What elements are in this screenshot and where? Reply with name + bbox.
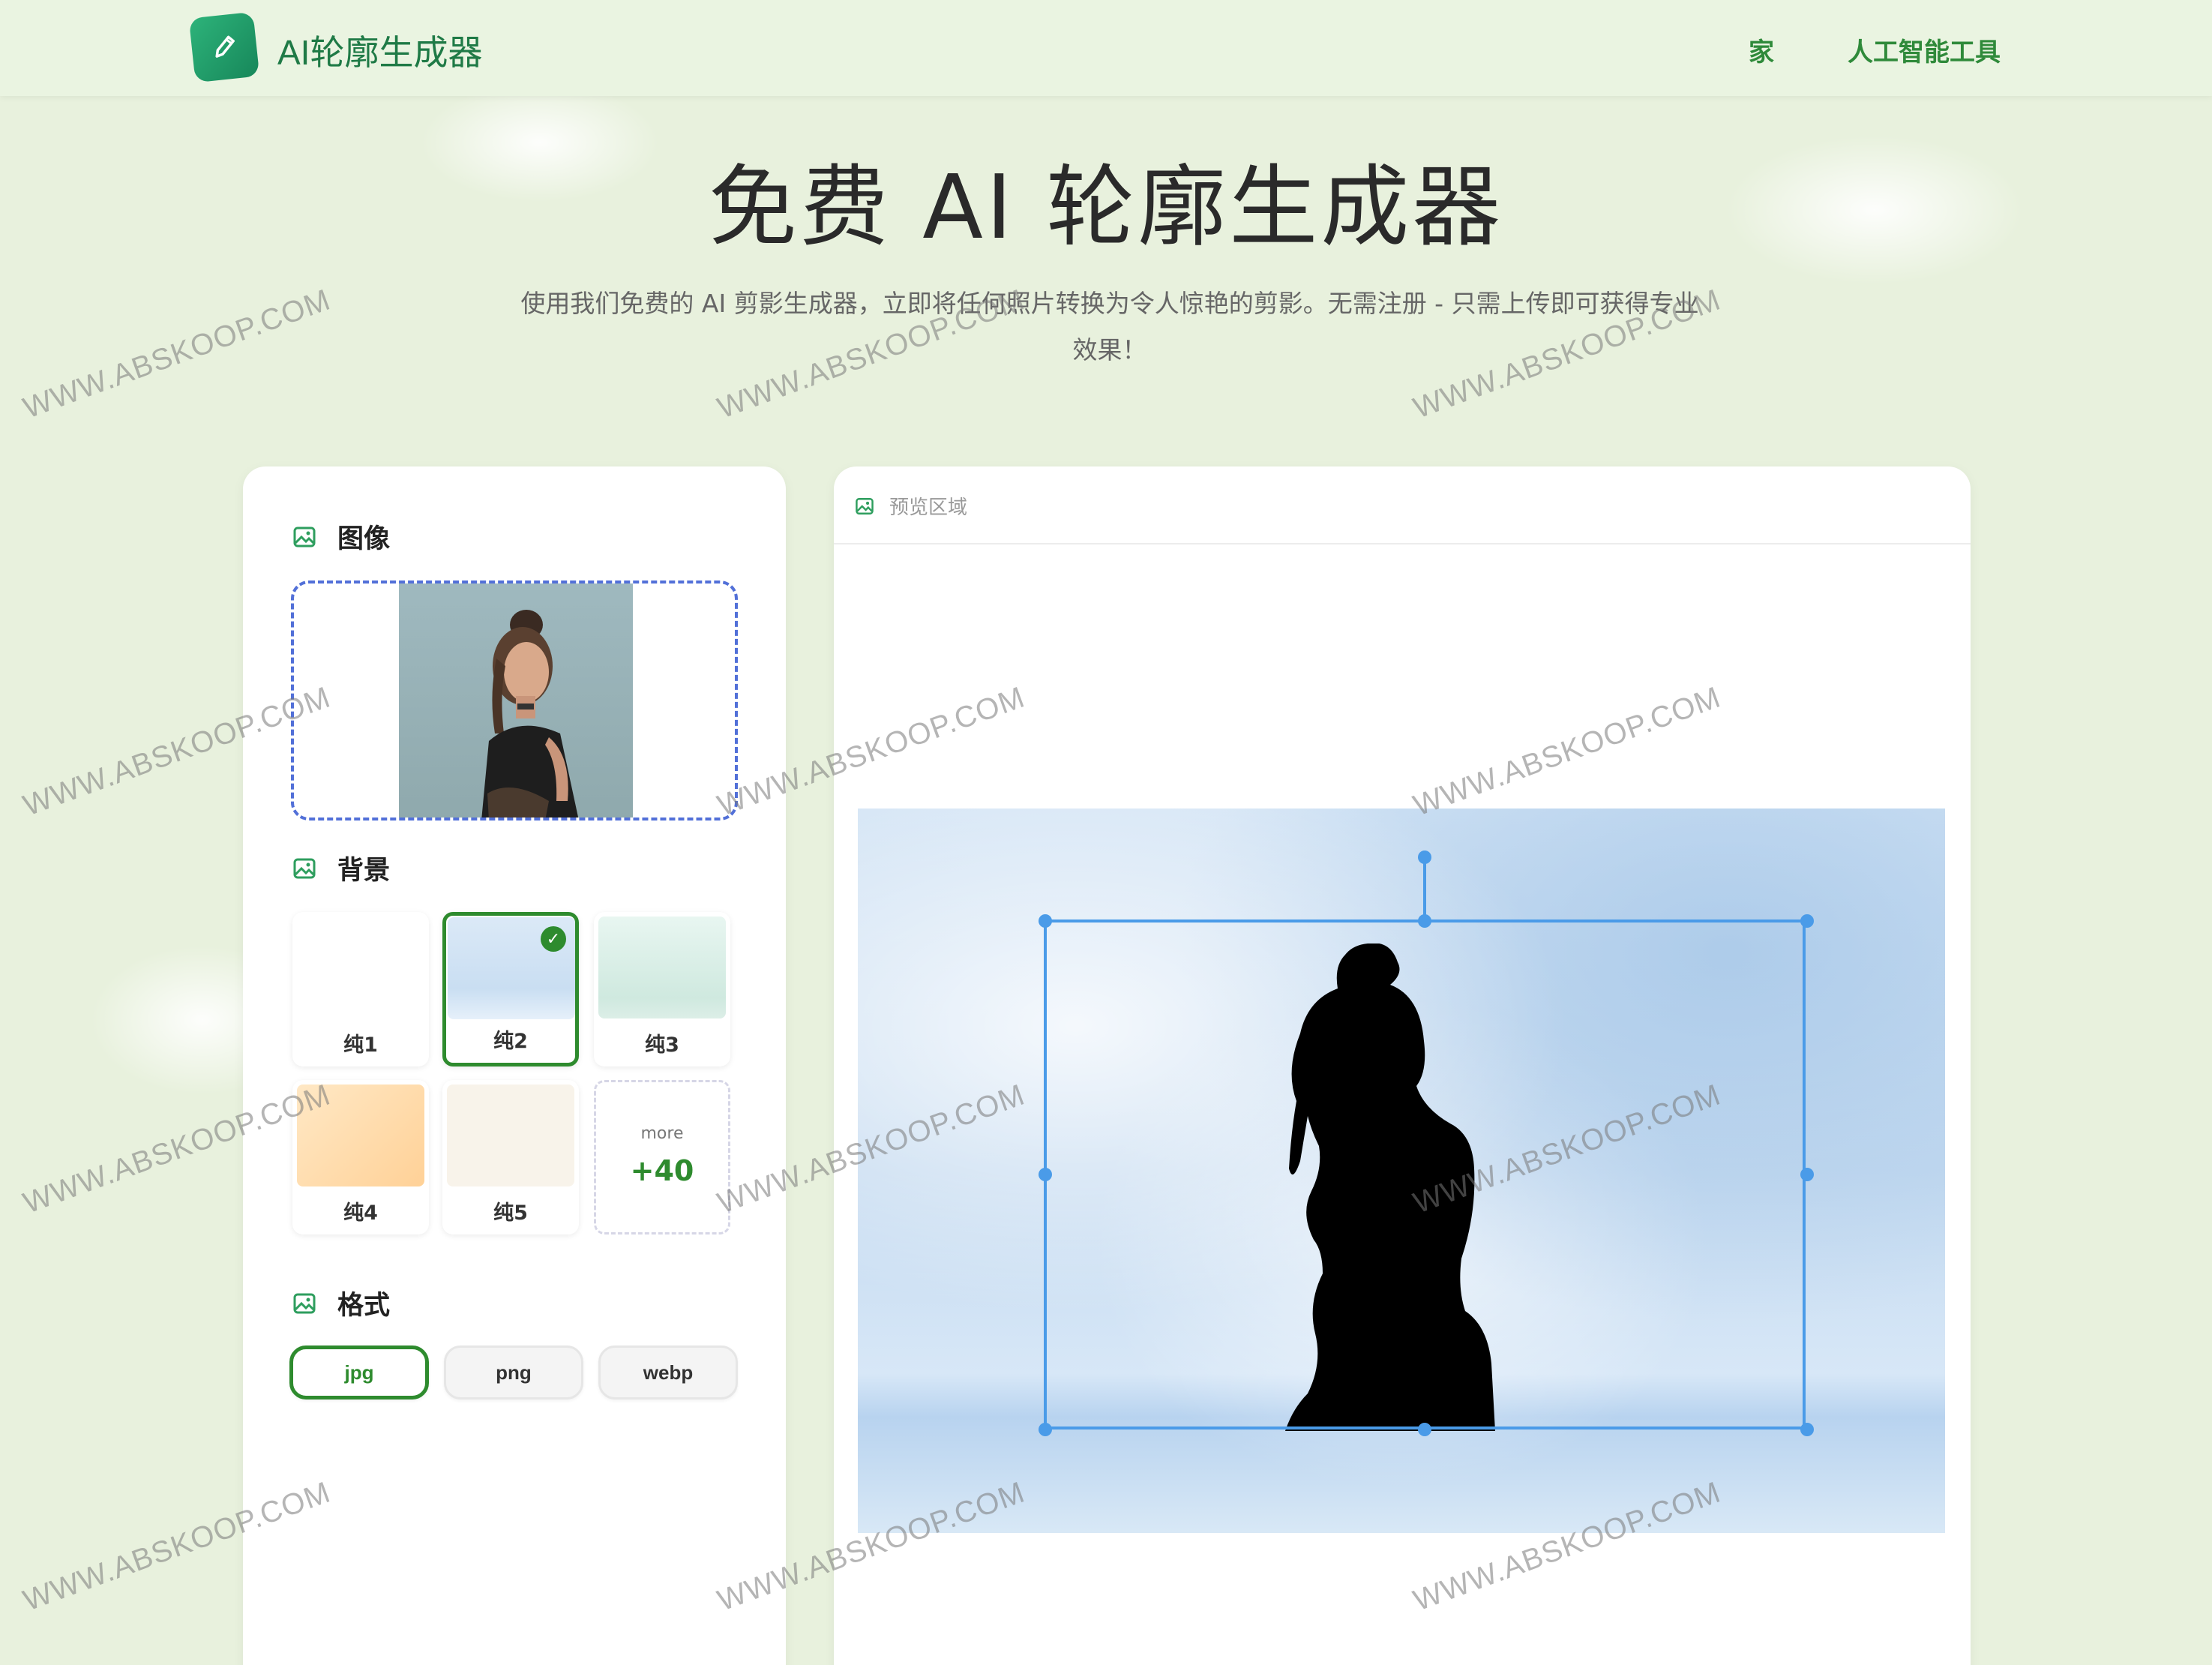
background-swatch	[598, 916, 726, 1018]
background-option-label: 纯2	[493, 1030, 528, 1053]
rotate-handle[interactable]	[1418, 850, 1431, 864]
background-option-label: 纯3	[645, 1034, 679, 1057]
page-title: 免费 AI 轮廓生成器	[708, 155, 1504, 259]
image-section-label: 图像	[337, 524, 391, 554]
resize-handle-top-right[interactable]	[1800, 914, 1814, 928]
selection-box[interactable]	[1044, 920, 1806, 1430]
rotation-line	[1423, 858, 1426, 920]
image-section-title: 图像	[292, 518, 390, 556]
resize-handle-top[interactable]	[1418, 914, 1431, 928]
format-section-title: 格式	[292, 1284, 390, 1322]
image-upload-dropzone[interactable]	[291, 580, 738, 820]
format-jpg-button[interactable]: jpg	[289, 1346, 429, 1400]
background-section-title: 背景	[292, 849, 390, 887]
preview-title: 预览区域	[889, 496, 968, 519]
image-icon	[293, 526, 316, 547]
page-subtitle: 使用我们免费的 AI 剪影生成器，立即将任何照片转换为令人惊艳的剪影。无需注册 …	[520, 289, 1699, 364]
background-option-2[interactable]: ✓ 纯2	[442, 912, 579, 1066]
settings-panel: 图像 背景 纯1 ✓ 纯2 纯3 纯4 纯5 more +40 格式 jpg p…	[243, 466, 786, 1665]
background-swatch	[297, 1084, 424, 1186]
background-option-4[interactable]: 纯4	[292, 1080, 429, 1234]
resize-handle-bottom-left[interactable]	[1039, 1423, 1052, 1436]
background-option-3[interactable]: 纯3	[594, 912, 730, 1066]
resize-handle-top-left[interactable]	[1039, 914, 1052, 928]
more-count: +40	[630, 1154, 694, 1187]
image-icon	[293, 1293, 316, 1313]
watermark-text: WWW.ABSKOOP.COM	[19, 283, 335, 425]
site-header: AI轮廓生成器 家 人工智能工具	[0, 0, 2212, 96]
uploaded-photo	[399, 584, 633, 818]
format-webp-button[interactable]: webp	[598, 1346, 738, 1400]
background-option-label: 纯1	[343, 1034, 378, 1057]
preview-panel: 预览区域	[834, 466, 1971, 1665]
format-png-button[interactable]: png	[444, 1346, 583, 1400]
logo-title[interactable]: AI轮廓生成器	[277, 26, 482, 75]
background-swatch	[447, 1084, 574, 1186]
nav-home-link[interactable]: 家	[1749, 32, 1774, 68]
resize-handle-left[interactable]	[1039, 1168, 1052, 1181]
background-option-1[interactable]: 纯1	[292, 912, 429, 1066]
preview-header: 预览区域	[855, 492, 967, 520]
nav-ai-tools-link[interactable]: 人工智能工具	[1848, 32, 2001, 68]
more-backgrounds-button[interactable]: more +40	[594, 1080, 730, 1234]
background-option-5[interactable]: 纯5	[442, 1080, 579, 1234]
resize-handle-right[interactable]	[1800, 1168, 1814, 1181]
preview-canvas[interactable]	[858, 808, 1945, 1533]
background-option-label: 纯4	[343, 1202, 378, 1225]
resize-handle-bottom[interactable]	[1418, 1423, 1431, 1436]
resize-handle-bottom-right[interactable]	[1800, 1423, 1814, 1436]
image-icon	[856, 497, 874, 514]
format-section-label: 格式	[337, 1291, 391, 1321]
background-section-label: 背景	[337, 856, 391, 886]
checkmark-icon: ✓	[541, 926, 566, 952]
background-option-label: 纯5	[493, 1202, 528, 1225]
more-label: more	[640, 1124, 684, 1143]
image-icon	[293, 858, 316, 878]
divider	[834, 543, 1971, 544]
background-swatch	[297, 916, 424, 1018]
logo-icon[interactable]	[188, 11, 260, 83]
